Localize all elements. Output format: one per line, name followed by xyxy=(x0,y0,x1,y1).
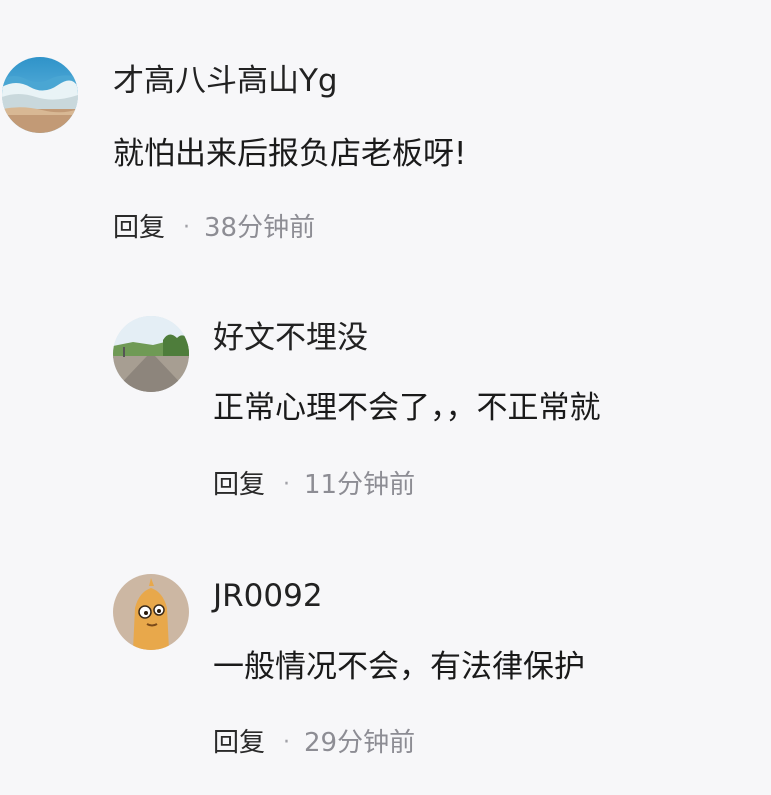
user-avatar[interactable] xyxy=(113,574,189,650)
comment-text: 就怕出来后报负店老板呀! xyxy=(113,136,467,172)
reply-button[interactable]: 回复 xyxy=(213,468,265,502)
comment-item: 才高八斗高山Yg 就怕出来后报负店老板呀! 回复 · 38分钟前 xyxy=(0,0,771,270)
reply-button[interactable]: 回复 xyxy=(113,211,165,245)
user-avatar[interactable] xyxy=(2,57,78,133)
separator-dot: · xyxy=(283,730,291,755)
timestamp: 29分钟前 xyxy=(304,728,416,758)
comment-text: 正常心理不会了，，不正常就 xyxy=(213,390,601,426)
timestamp: 11分钟前 xyxy=(304,470,416,500)
ocean-wave-avatar-icon xyxy=(2,57,78,133)
comment-meta: 回复 · 38分钟前 xyxy=(113,211,315,245)
username[interactable]: JR0092 xyxy=(213,576,323,616)
cartoon-character-avatar-icon xyxy=(113,574,189,650)
comment-meta: 回复 · 11分钟前 xyxy=(213,468,415,502)
username[interactable]: 才高八斗高山Yg xyxy=(113,61,338,101)
comment-text: 一般情况不会，有法律保护 xyxy=(213,649,585,685)
timestamp: 38分钟前 xyxy=(204,213,316,243)
reply-comment-item: 好文不埋没 正常心理不会了，，不正常就 回复 · 11分钟前 xyxy=(0,270,771,530)
reply-button[interactable]: 回复 xyxy=(213,726,265,760)
reply-comment-item: JR0092 一般情况不会，有法律保护 回复 · 29分钟前 xyxy=(0,530,771,795)
username[interactable]: 好文不埋没 xyxy=(213,318,368,358)
separator-dot: · xyxy=(283,472,291,497)
comment-meta: 回复 · 29分钟前 xyxy=(213,726,415,760)
road-landscape-avatar-icon xyxy=(113,316,189,392)
user-avatar[interactable] xyxy=(113,316,189,392)
separator-dot: · xyxy=(183,215,191,240)
